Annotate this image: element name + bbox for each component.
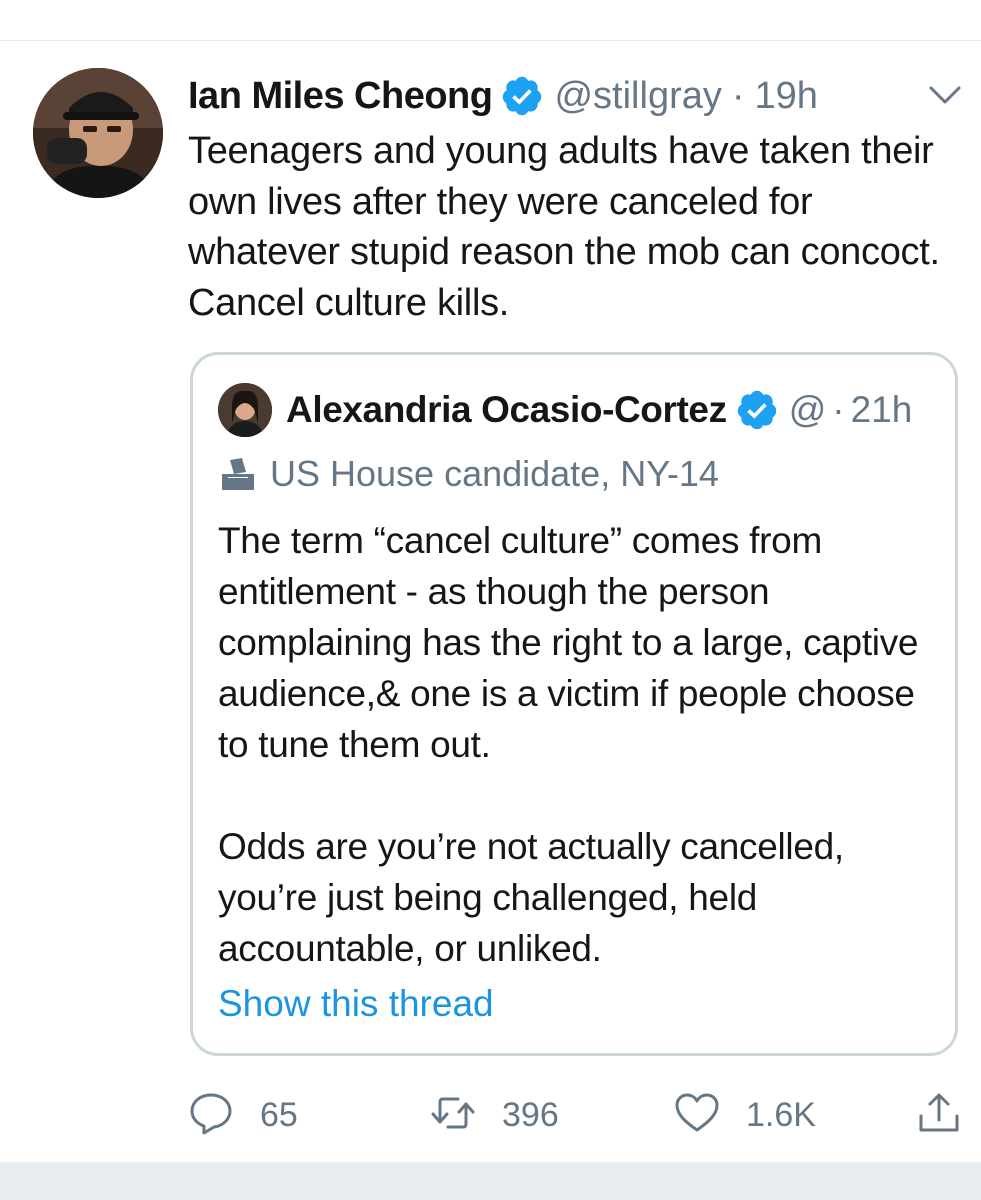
- quoted-label-text: US House candidate, NY-14: [270, 453, 719, 494]
- like-icon: [674, 1090, 720, 1141]
- verified-icon: [500, 74, 544, 118]
- ballot-box-icon: [218, 454, 258, 494]
- chevron-down-icon[interactable]: [925, 80, 965, 110]
- quoted-author-name[interactable]: Alexandria Ocasio-Cortez: [286, 389, 727, 431]
- top-divider: [0, 40, 981, 41]
- quoted-handle[interactable]: @: [789, 389, 827, 431]
- reply-button[interactable]: 65: [188, 1087, 298, 1143]
- author-handle[interactable]: @stillgray: [554, 75, 721, 118]
- meta-separator: ·: [832, 389, 845, 430]
- meta-separator: ·: [731, 74, 745, 117]
- verified-icon: [735, 388, 779, 432]
- quoted-paragraph-1: The term “cancel culture” comes from ent…: [218, 520, 919, 765]
- reply-count: 65: [260, 1095, 298, 1134]
- tweet-header: Ian Miles Cheong @stillgray · 19h: [188, 70, 818, 122]
- quoted-author-avatar[interactable]: [218, 383, 272, 437]
- author-name[interactable]: Ian Miles Cheong: [188, 75, 493, 118]
- tweet-time[interactable]: 19h: [755, 75, 818, 118]
- bottom-divider-band: [0, 1162, 981, 1200]
- retweet-count: 396: [502, 1095, 559, 1134]
- retweet-icon: [430, 1090, 476, 1141]
- quoted-label: US House candidate, NY-14: [218, 451, 719, 497]
- show-thread-link[interactable]: Show this thread: [218, 983, 494, 1025]
- quoted-header: Alexandria Ocasio-Cortez @ · 21h: [286, 385, 912, 435]
- tweet-actions: 65 396 1.6K: [188, 1087, 978, 1143]
- quoted-paragraph-2: Odds are you’re not actually cancelled, …: [218, 826, 844, 969]
- quoted-time[interactable]: 21h: [851, 389, 913, 431]
- quoted-tweet-text: The term “cancel culture” comes from ent…: [218, 515, 938, 974]
- share-icon: [916, 1090, 962, 1141]
- author-avatar[interactable]: [33, 68, 163, 198]
- share-button[interactable]: [916, 1087, 962, 1143]
- like-button[interactable]: 1.6K: [674, 1087, 816, 1143]
- reply-icon: [188, 1090, 234, 1141]
- like-count: 1.6K: [746, 1095, 816, 1134]
- tweet-text: Teenagers and young adults have taken th…: [188, 130, 940, 324]
- quoted-tweet-card[interactable]: Alexandria Ocasio-Cortez @ · 21h US Hous…: [190, 352, 958, 1056]
- retweet-button[interactable]: 396: [430, 1087, 559, 1143]
